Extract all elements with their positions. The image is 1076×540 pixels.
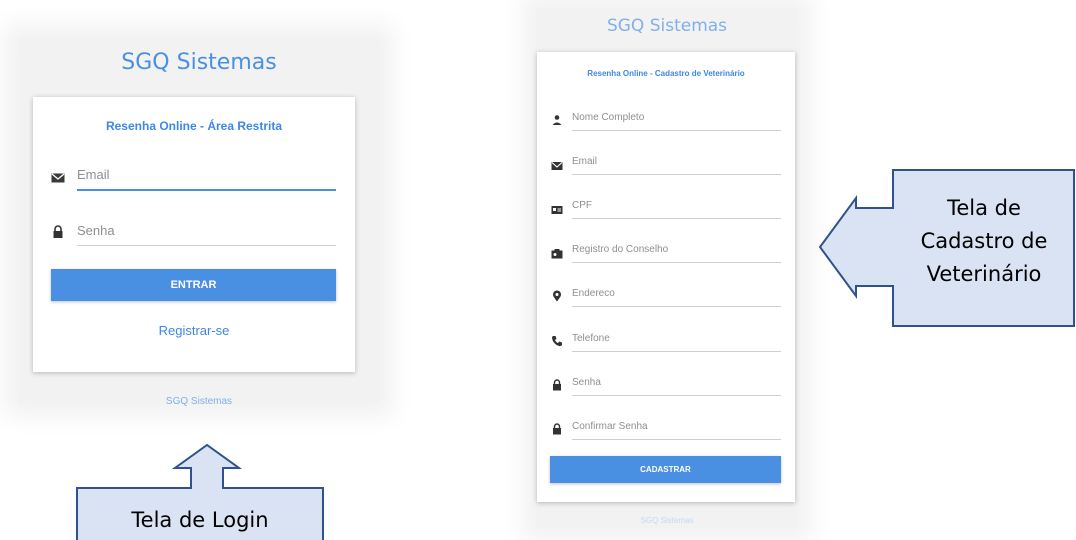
register-phone-field[interactable]: Telefone: [551, 328, 783, 352]
phone-icon: [551, 334, 565, 347]
login-email-placeholder: Email: [77, 167, 110, 182]
lock-icon: [551, 422, 565, 435]
register-callout-line-2: Cadastro de: [920, 229, 1048, 253]
login-callout-text: Tela de Login: [131, 508, 269, 532]
login-brand-title: SGQ Sistemas: [121, 50, 277, 75]
login-submit-button[interactable]: ENTRAR: [51, 269, 336, 301]
login-email-underline: [77, 189, 336, 191]
lock-icon: [551, 378, 565, 391]
envelope-icon: [551, 158, 565, 170]
register-name-field[interactable]: Nome Completo: [551, 107, 783, 131]
register-email-placeholder: Email: [572, 156, 598, 167]
register-address-underline: [572, 306, 781, 307]
login-screen: SGQ Sistemas Resenha Online - Área Restr…: [18, 38, 380, 407]
register-cpf-underline: [572, 218, 781, 219]
register-council-underline: [572, 262, 781, 263]
register-council-placeholder: Registro do Conselho: [572, 244, 669, 255]
register-cpf-placeholder: CPF: [572, 200, 592, 211]
register-footer: SGQ Sistemas: [640, 516, 694, 525]
register-phone-placeholder: Telefone: [572, 333, 610, 344]
register-confirm-password-underline: [572, 439, 781, 440]
login-card-title: Resenha Online - Área Restrita: [105, 119, 283, 133]
register-email-underline: [572, 174, 781, 175]
login-card: Resenha Online - Área Restrita Email Sen…: [33, 97, 355, 372]
login-password-placeholder: Senha: [77, 223, 115, 238]
register-address-placeholder: Endereco: [572, 288, 615, 299]
register-callout-line-3: Veterinário: [926, 262, 1042, 286]
register-email-field[interactable]: Email: [551, 151, 783, 175]
login-email-field[interactable]: Email: [51, 163, 337, 193]
register-phone-underline: [572, 351, 781, 352]
register-submit-button[interactable]: CADASTRAR: [550, 456, 781, 483]
id-card-icon: [551, 202, 565, 214]
register-cpf-field[interactable]: CPF: [551, 195, 783, 219]
envelope-icon: [51, 171, 65, 183]
register-callout-line-1: Tela de: [947, 196, 1021, 220]
register-link[interactable]: Registrar-se: [33, 323, 355, 338]
register-password-field[interactable]: Senha: [551, 372, 783, 396]
register-password-underline: [572, 395, 781, 396]
register-confirm-password-field[interactable]: Confirmar Senha: [551, 416, 783, 440]
login-password-field[interactable]: Senha: [51, 218, 337, 248]
register-card: Resenha Online - Cadastro de Veterinário…: [537, 52, 795, 502]
register-confirm-password-placeholder: Confirmar Senha: [572, 421, 648, 432]
badge-icon: [551, 246, 565, 259]
register-name-placeholder: Nome Completo: [572, 112, 645, 123]
map-pin-icon: [551, 289, 565, 302]
lock-icon: [51, 225, 65, 238]
register-council-field[interactable]: Registro do Conselho: [551, 239, 783, 263]
register-address-field[interactable]: Endereco: [551, 283, 783, 307]
register-name-underline: [572, 130, 781, 131]
login-footer: SGQ Sistemas: [165, 396, 233, 407]
register-brand-title: SGQ Sistemas: [606, 16, 728, 36]
login-password-underline: [77, 245, 336, 246]
register-card-title: Resenha Online - Cadastro de Veterinário: [587, 69, 745, 78]
person-icon: [551, 113, 565, 125]
register-screen: SGQ Sistemas Resenha Online - Cadastro d…: [536, 8, 798, 528]
register-callout-text: Tela de Cadastro de Veterinário: [895, 192, 1073, 291]
register-password-placeholder: Senha: [572, 377, 601, 388]
